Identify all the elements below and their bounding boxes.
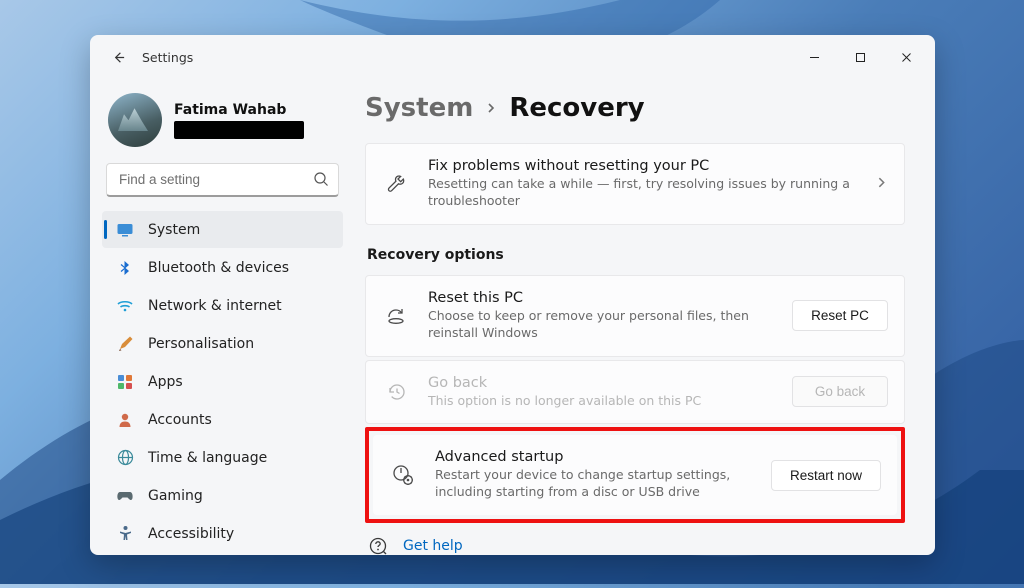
reset-pc-button[interactable]: Reset PC: [792, 300, 888, 331]
close-icon: [901, 52, 912, 63]
maximize-icon: [855, 52, 866, 63]
power-gear-icon: [389, 463, 417, 487]
sidebar-item-label: Personalisation: [148, 336, 254, 352]
history-icon: [382, 381, 410, 403]
sidebar-item-personalisation[interactable]: Personalisation: [102, 325, 343, 362]
reset-icon: [382, 305, 410, 327]
card-subtitle: Resetting can take a while — first, try …: [428, 176, 857, 210]
sidebar-item-privacy[interactable]: Privacy & security: [102, 553, 343, 555]
sidebar-item-accessibility[interactable]: Accessibility: [102, 515, 343, 552]
minimize-button[interactable]: [791, 41, 837, 73]
chevron-right-icon: [485, 99, 497, 118]
titlebar: Settings: [90, 35, 935, 79]
reset-pc-card: Reset this PC Choose to keep or remove y…: [365, 275, 905, 357]
page-title: Recovery: [509, 93, 644, 123]
card-title: Advanced startup: [435, 449, 753, 465]
back-button[interactable]: [104, 43, 132, 71]
main-content: System Recovery Fix problems without res…: [355, 79, 935, 555]
close-button[interactable]: [883, 41, 929, 73]
sidebar-item-label: System: [148, 222, 200, 238]
sidebar-item-label: Accounts: [148, 412, 212, 428]
sidebar-item-apps[interactable]: Apps: [102, 363, 343, 400]
sidebar-item-network[interactable]: Network & internet: [102, 287, 343, 324]
annotation-highlight: Advanced startup Restart your device to …: [365, 427, 905, 523]
wifi-icon: [116, 297, 134, 315]
section-heading: Recovery options: [367, 247, 905, 263]
accessibility-icon: [116, 525, 134, 543]
apps-icon: [116, 373, 134, 391]
profile-name: Fatima Wahab: [174, 102, 304, 118]
go-back-card: Go back This option is no longer availab…: [365, 360, 905, 425]
bluetooth-icon: [116, 259, 134, 277]
sidebar-item-label: Network & internet: [148, 298, 282, 314]
sidebar-item-gaming[interactable]: Gaming: [102, 477, 343, 514]
sidebar-item-bluetooth[interactable]: Bluetooth & devices: [102, 249, 343, 286]
profile-block[interactable]: Fatima Wahab: [102, 87, 343, 157]
sidebar-item-label: Gaming: [148, 488, 203, 504]
gamepad-icon: [116, 487, 134, 505]
card-title: Fix problems without resetting your PC: [428, 158, 857, 174]
paintbrush-icon: [116, 335, 134, 353]
profile-email-redacted: [174, 121, 304, 139]
sidebar-item-label: Accessibility: [148, 526, 234, 542]
card-title: Go back: [428, 375, 774, 391]
sidebar-item-label: Apps: [148, 374, 183, 390]
breadcrumb-parent[interactable]: System: [365, 93, 473, 123]
sidebar-item-accounts[interactable]: Accounts: [102, 401, 343, 438]
sidebar-item-time-language[interactable]: Time & language: [102, 439, 343, 476]
card-subtitle: Choose to keep or remove your personal f…: [428, 308, 774, 342]
card-subtitle: Restart your device to change startup se…: [435, 467, 753, 501]
wrench-icon: [382, 173, 410, 195]
person-icon: [116, 411, 134, 429]
fix-problems-card[interactable]: Fix problems without resetting your PC R…: [365, 143, 905, 225]
get-help-link[interactable]: Get help: [367, 537, 905, 555]
nav: System Bluetooth & devices Network & int…: [102, 211, 343, 555]
sidebar-item-label: Bluetooth & devices: [148, 260, 289, 276]
help-icon: [367, 537, 389, 555]
advanced-startup-card: Advanced startup Restart your device to …: [373, 435, 897, 515]
maximize-button[interactable]: [837, 41, 883, 73]
avatar: [108, 93, 162, 147]
system-icon: [116, 221, 134, 239]
chevron-right-icon: [875, 174, 888, 193]
minimize-icon: [809, 52, 820, 63]
app-title: Settings: [142, 50, 193, 65]
arrow-left-icon: [111, 50, 126, 65]
link-label: Get help: [403, 538, 463, 554]
sidebar: Fatima Wahab System Bluetooth & devices: [90, 79, 355, 555]
card-subtitle: This option is no longer available on th…: [428, 393, 774, 410]
card-title: Reset this PC: [428, 290, 774, 306]
sidebar-item-label: Time & language: [148, 450, 267, 466]
sidebar-item-system[interactable]: System: [102, 211, 343, 248]
breadcrumb: System Recovery: [365, 93, 905, 123]
search-input[interactable]: [106, 163, 339, 197]
globe-icon: [116, 449, 134, 467]
go-back-button: Go back: [792, 376, 888, 407]
restart-now-button[interactable]: Restart now: [771, 460, 881, 491]
search-icon: [313, 171, 329, 191]
settings-window: Settings Fatima Wahab: [90, 35, 935, 555]
